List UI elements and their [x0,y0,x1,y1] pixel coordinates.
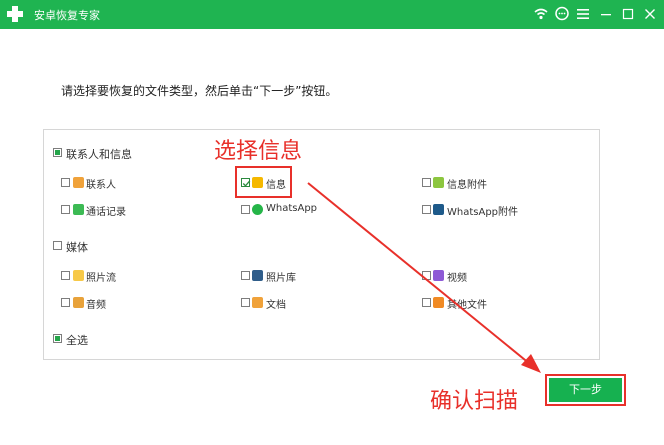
instruction-text: 请选择要恢复的文件类型，然后单击“下一步”按钮。 [61,84,338,98]
select-all-checkbox[interactable] [53,334,62,343]
select-info-annotation: 选择信息 [214,139,303,164]
contacts-checkbox[interactable] [61,178,70,187]
file-icon [433,297,444,308]
minimize-icon[interactable] [598,6,614,22]
music-note-icon [73,297,84,308]
app-logo-icon [7,6,23,22]
select-all-label[interactable]: 全选 [66,332,88,348]
maximize-icon[interactable] [620,6,636,22]
close-icon[interactable] [642,6,658,22]
phone-icon [73,204,84,215]
audio-label[interactable]: 音频 [86,296,106,311]
whatsapp-icon [252,204,263,215]
photo-stream-label[interactable]: 照片流 [86,269,116,284]
whatsapp-attachments-label[interactable]: WhatsApp附件 [447,203,518,218]
menu-icon[interactable] [575,6,591,22]
whatsapp-attachments-icon [433,204,444,215]
photo-stream-icon [73,270,84,281]
confirm-scan-annotation: 确认扫描 [430,389,519,414]
message-attachments-checkbox[interactable] [422,178,431,187]
next-button[interactable]: 下一步 [549,378,622,402]
call-log-label[interactable]: 通话记录 [86,203,126,218]
message-attachments-label[interactable]: 信息附件 [447,176,487,191]
photo-library-checkbox[interactable] [241,271,250,280]
whatsapp-label[interactable]: WhatsApp [266,203,317,214]
videos-label[interactable]: 视频 [447,269,467,284]
contacts-label[interactable]: 联系人 [86,176,116,191]
photo-library-label[interactable]: 照片库 [266,269,296,284]
documents-checkbox[interactable] [241,298,250,307]
folder-icon [252,297,263,308]
messages-highlight-box [235,166,292,198]
audio-checkbox[interactable] [61,298,70,307]
whatsapp-attachments-checkbox[interactable] [422,205,431,214]
app-title: 安卓恢复专家 [34,9,100,22]
contacts-messages-group-checkbox[interactable] [53,148,62,157]
message-attachments-icon [433,177,444,188]
file-type-panel [43,129,600,360]
wifi-icon[interactable] [533,6,549,22]
title-bar: 安卓恢复专家 [0,0,664,29]
media-group-checkbox[interactable] [53,241,62,250]
call-log-checkbox[interactable] [61,205,70,214]
whatsapp-checkbox[interactable] [241,205,250,214]
videos-checkbox[interactable] [422,271,431,280]
video-icon [433,270,444,281]
documents-label[interactable]: 文档 [266,296,286,311]
other-files-checkbox[interactable] [422,298,431,307]
photo-library-icon [252,270,263,281]
photo-stream-checkbox[interactable] [61,271,70,280]
chat-icon[interactable] [554,6,570,22]
contacts-icon [73,177,84,188]
media-group-label: 媒体 [66,241,88,254]
contacts-messages-group-label: 联系人和信息 [66,148,132,161]
other-files-label[interactable]: 其他文件 [447,296,487,311]
